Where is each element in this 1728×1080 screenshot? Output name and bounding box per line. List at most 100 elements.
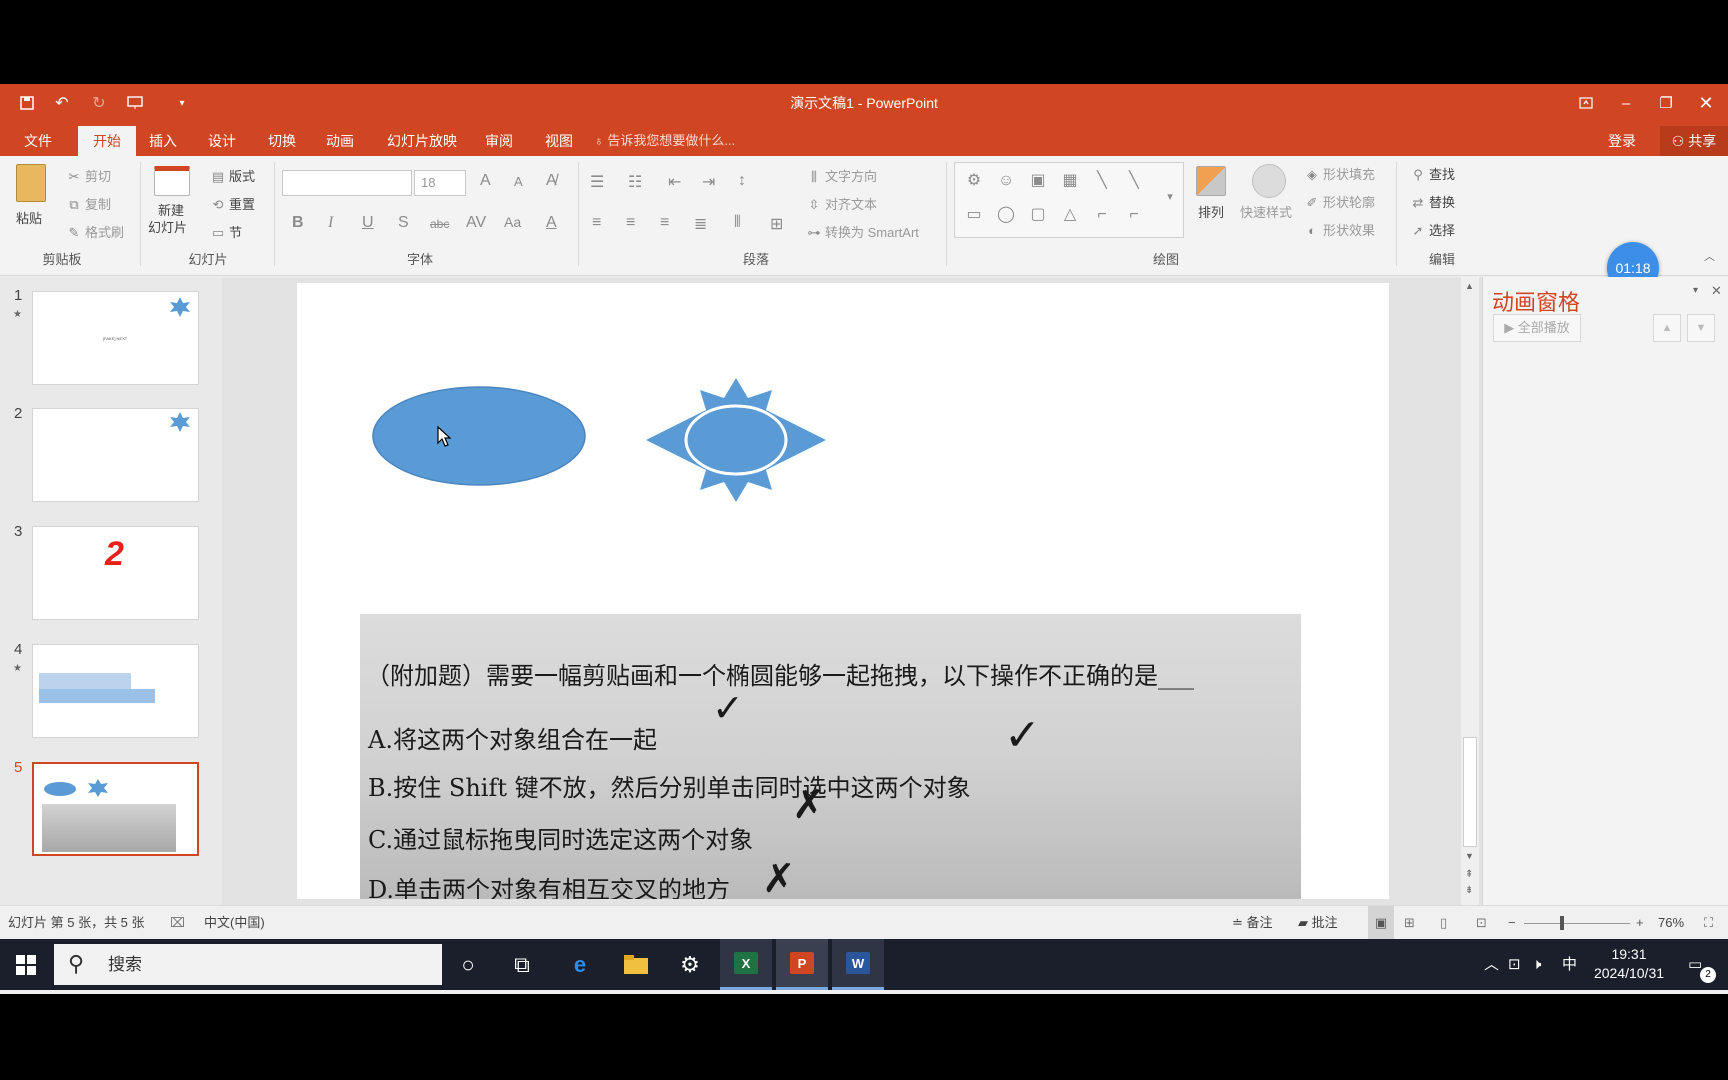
cut-button[interactable]: ✂ 剪切 [66, 166, 111, 185]
spell-check-icon[interactable]: ⌧ [170, 906, 185, 940]
new-slide-icon[interactable] [154, 166, 190, 196]
font-name-field[interactable] [282, 170, 412, 196]
normal-view-icon[interactable]: ▣ [1368, 906, 1394, 940]
tab-transitions[interactable]: 切换 [258, 126, 306, 156]
rounded-rect-shape-icon[interactable]: ▢ [1023, 201, 1053, 229]
char-spacing-button[interactable]: AV [466, 214, 486, 232]
format-painter-button[interactable]: ✎ 格式刷 [66, 222, 124, 241]
question-photo[interactable]: （附加题）需要一幅剪贴画和一个椭圆能够一起拖拽，以下操作不正确的是___ A.将… [360, 614, 1301, 899]
slideshow-view-icon[interactable]: ⊡ [1476, 906, 1487, 940]
numbering-icon[interactable]: ☷ [628, 172, 642, 192]
elbow-arrow-shape-icon[interactable]: ⌐ [1119, 201, 1149, 229]
grow-font-icon[interactable]: A [480, 172, 491, 190]
task-view-icon[interactable]: ⧉ [496, 939, 548, 990]
slide-scrollbar[interactable]: ▲ ▼ ⇞ ⇟ [1461, 277, 1479, 905]
excel-icon[interactable]: X [720, 939, 772, 990]
tab-design[interactable]: 设计 [198, 126, 246, 156]
arrange-button[interactable]: 排列 [1198, 202, 1224, 221]
smiley-shape-icon[interactable]: ☺ [991, 167, 1021, 195]
cortana-icon[interactable]: ○ [442, 939, 494, 990]
quick-styles-icon[interactable] [1252, 164, 1286, 198]
triangle-shape-icon[interactable]: △ [1055, 201, 1085, 229]
tab-review[interactable]: 审阅 [475, 126, 523, 156]
shapes-gallery[interactable]: ⚙ ☺ ▣ ▦ ╲ ╲ ▭ ◯ ▢ △ ⌐ ⌐ ▾ [954, 162, 1184, 238]
collapse-ribbon-icon[interactable]: ︿ [1704, 248, 1715, 264]
scroll-thumb[interactable] [1463, 737, 1477, 847]
clear-format-icon[interactable]: A̸ [546, 172, 557, 190]
login-link[interactable]: 登录 [1608, 126, 1636, 156]
find-button[interactable]: ⚲ 查找 [1410, 164, 1455, 183]
slide-thumbnail-2[interactable] [32, 408, 199, 502]
decrease-indent-icon[interactable]: ⇤ [668, 172, 681, 192]
new-slide-label-2[interactable]: 幻灯片 [148, 217, 187, 236]
strikethrough-button[interactable]: abc [430, 217, 449, 231]
current-slide[interactable]: （附加题）需要一幅剪贴画和一个椭圆能够一起拖拽，以下操作不正确的是___ A.将… [297, 283, 1389, 899]
zoom-slider[interactable] [1524, 923, 1630, 924]
paste-icon[interactable] [16, 164, 46, 202]
close-icon[interactable]: ✕ [1686, 84, 1726, 122]
zoom-slider-thumb[interactable] [1560, 916, 1564, 930]
align-center-icon[interactable]: ≡ [626, 214, 635, 232]
align-text-button[interactable]: ⇳ 对齐文本 [806, 194, 877, 213]
powerpoint-icon[interactable]: P [776, 939, 828, 990]
tab-animations[interactable]: 动画 [316, 126, 364, 156]
notification-center-icon[interactable]: ▭ [1688, 939, 1702, 990]
slide-thumbnail-3[interactable]: 2 [32, 526, 199, 620]
comments-button[interactable]: ▰ 批注 [1298, 906, 1338, 940]
shrink-font-icon[interactable]: A [514, 174, 523, 189]
zoom-level[interactable]: 76% [1658, 906, 1684, 940]
line-shape-icon[interactable]: ╲ [1087, 167, 1117, 195]
slide-thumbnail-4[interactable] [32, 644, 199, 738]
shape-fill-button[interactable]: ◈ 形状填充 [1304, 164, 1375, 183]
tab-slideshow[interactable]: 幻灯片放映 [377, 126, 467, 156]
rectangle-shape-icon[interactable]: ▭ [959, 201, 989, 229]
tell-me-box[interactable]: ♁ 告诉我您想要做什么... [594, 126, 735, 156]
elbow-connector-shape-icon[interactable]: ⌐ [1087, 201, 1117, 229]
play-all-button[interactable]: ▶ 全部播放 [1493, 314, 1581, 342]
pane-options-icon[interactable]: ▾ [1693, 285, 1698, 296]
italic-button[interactable]: I [328, 214, 333, 232]
vertical-textbox-shape-icon[interactable]: ▦ [1055, 167, 1085, 195]
justify-icon[interactable]: ≣ [694, 214, 707, 234]
distribute-icon[interactable]: ⊞ [770, 214, 783, 234]
restore-icon[interactable]: ❐ [1646, 84, 1686, 122]
columns-icon[interactable]: ⫴ [734, 214, 741, 232]
settings-gear-icon[interactable]: ⚙ [664, 939, 716, 990]
tab-insert[interactable]: 插入 [139, 126, 187, 156]
windows-start-icon[interactable] [0, 939, 52, 990]
tray-expand-icon[interactable]: ︿ [1484, 939, 1499, 990]
sun-star-shape[interactable] [641, 375, 831, 505]
network-icon[interactable]: ⊡ [1508, 939, 1521, 990]
section-button[interactable]: ▭ 节 [210, 222, 242, 241]
shape-effects-button[interactable]: ◐ 形状效果 [1304, 220, 1375, 239]
edge-icon[interactable]: e [554, 939, 606, 990]
tab-view[interactable]: 视图 [535, 126, 583, 156]
quick-styles-button[interactable]: 快速样式 [1240, 202, 1292, 221]
gallery-more-icon[interactable]: ▾ [1155, 183, 1185, 211]
previous-slide-icon[interactable]: ⇞ [1465, 869, 1473, 880]
oval-shape-icon[interactable]: ◯ [991, 201, 1021, 229]
taskbar-clock[interactable]: 19:31 2024/10/31 [1586, 945, 1672, 983]
scroll-down-icon[interactable]: ▼ [1465, 851, 1474, 861]
align-left-icon[interactable]: ≡ [592, 214, 601, 232]
copy-button[interactable]: ⧉ 复制 [66, 194, 111, 213]
arrange-icon[interactable] [1196, 166, 1226, 196]
ime-indicator[interactable]: 中 [1562, 939, 1577, 990]
file-explorer-icon[interactable] [610, 939, 662, 990]
notes-button[interactable]: ≐ 备注 [1232, 906, 1273, 940]
slide-sorter-icon[interactable]: ⊞ [1404, 906, 1415, 940]
zoom-in-icon[interactable]: + [1636, 906, 1644, 940]
paste-button[interactable]: 粘贴 [16, 208, 42, 227]
blue-ellipse-shape[interactable] [371, 385, 587, 487]
arrow-line-shape-icon[interactable]: ╲ [1119, 167, 1149, 195]
select-button[interactable]: ➚ 选择 [1410, 220, 1455, 239]
reset-button[interactable]: ⟲ 重置 [210, 194, 255, 213]
increase-indent-icon[interactable]: ⇥ [702, 172, 715, 192]
word-icon[interactable]: W [832, 939, 884, 990]
minimize-icon[interactable]: – [1606, 84, 1646, 122]
shadow-button[interactable]: S [398, 214, 409, 232]
text-direction-button[interactable]: ⫼ 文字方向 [806, 166, 877, 185]
convert-smartart-button[interactable]: ⊶ 转换为 SmartArt [806, 222, 919, 241]
tab-file[interactable]: 文件 [14, 126, 62, 156]
gear-shape-icon[interactable]: ⚙ [959, 167, 989, 195]
